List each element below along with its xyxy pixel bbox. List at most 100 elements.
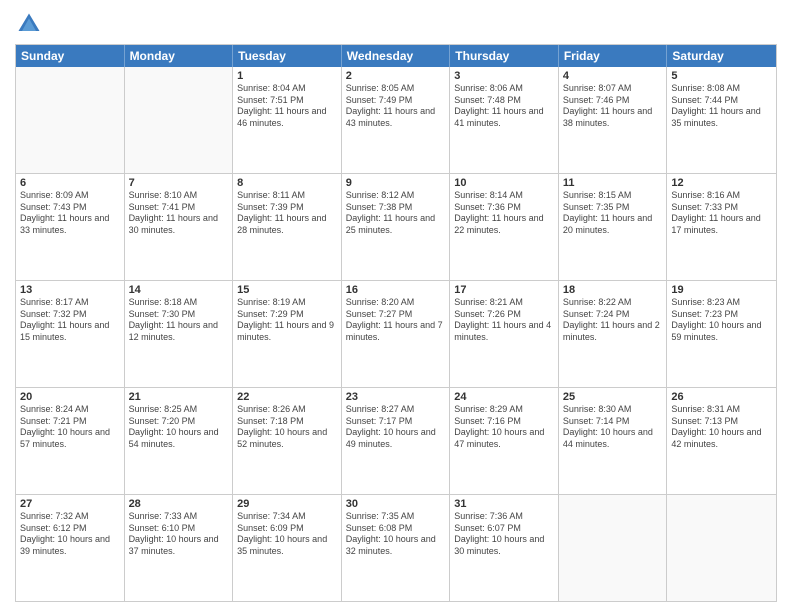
cal-cell: 4Sunrise: 8:07 AM Sunset: 7:46 PM Daylig… — [559, 67, 668, 173]
cell-info: Sunrise: 8:04 AM Sunset: 7:51 PM Dayligh… — [237, 83, 337, 130]
cal-cell: 23Sunrise: 8:27 AM Sunset: 7:17 PM Dayli… — [342, 388, 451, 494]
day-header-wednesday: Wednesday — [342, 45, 451, 67]
cell-info: Sunrise: 8:27 AM Sunset: 7:17 PM Dayligh… — [346, 404, 446, 451]
calendar: SundayMondayTuesdayWednesdayThursdayFrid… — [15, 44, 777, 602]
day-header-thursday: Thursday — [450, 45, 559, 67]
cal-cell: 17Sunrise: 8:21 AM Sunset: 7:26 PM Dayli… — [450, 281, 559, 387]
cal-cell: 8Sunrise: 8:11 AM Sunset: 7:39 PM Daylig… — [233, 174, 342, 280]
day-number: 14 — [129, 284, 229, 296]
cell-info: Sunrise: 8:18 AM Sunset: 7:30 PM Dayligh… — [129, 297, 229, 344]
day-header-saturday: Saturday — [667, 45, 776, 67]
cal-cell: 3Sunrise: 8:06 AM Sunset: 7:48 PM Daylig… — [450, 67, 559, 173]
cal-cell — [667, 495, 776, 601]
cell-info: Sunrise: 7:36 AM Sunset: 6:07 PM Dayligh… — [454, 511, 554, 558]
header — [15, 10, 777, 38]
cell-info: Sunrise: 8:07 AM Sunset: 7:46 PM Dayligh… — [563, 83, 663, 130]
day-number: 15 — [237, 284, 337, 296]
cal-cell: 11Sunrise: 8:15 AM Sunset: 7:35 PM Dayli… — [559, 174, 668, 280]
day-number: 17 — [454, 284, 554, 296]
cell-info: Sunrise: 8:31 AM Sunset: 7:13 PM Dayligh… — [671, 404, 772, 451]
page: SundayMondayTuesdayWednesdayThursdayFrid… — [0, 0, 792, 612]
cell-info: Sunrise: 8:08 AM Sunset: 7:44 PM Dayligh… — [671, 83, 772, 130]
cell-info: Sunrise: 8:19 AM Sunset: 7:29 PM Dayligh… — [237, 297, 337, 344]
cell-info: Sunrise: 8:06 AM Sunset: 7:48 PM Dayligh… — [454, 83, 554, 130]
cell-info: Sunrise: 8:25 AM Sunset: 7:20 PM Dayligh… — [129, 404, 229, 451]
cell-info: Sunrise: 8:15 AM Sunset: 7:35 PM Dayligh… — [563, 190, 663, 237]
cell-info: Sunrise: 7:32 AM Sunset: 6:12 PM Dayligh… — [20, 511, 120, 558]
day-number: 12 — [671, 177, 772, 189]
cal-cell — [125, 67, 234, 173]
day-number: 28 — [129, 498, 229, 510]
cal-cell: 22Sunrise: 8:26 AM Sunset: 7:18 PM Dayli… — [233, 388, 342, 494]
cell-info: Sunrise: 8:17 AM Sunset: 7:32 PM Dayligh… — [20, 297, 120, 344]
cal-cell: 16Sunrise: 8:20 AM Sunset: 7:27 PM Dayli… — [342, 281, 451, 387]
day-number: 6 — [20, 177, 120, 189]
cal-cell: 20Sunrise: 8:24 AM Sunset: 7:21 PM Dayli… — [16, 388, 125, 494]
day-number: 13 — [20, 284, 120, 296]
cal-cell: 15Sunrise: 8:19 AM Sunset: 7:29 PM Dayli… — [233, 281, 342, 387]
calendar-header: SundayMondayTuesdayWednesdayThursdayFrid… — [16, 45, 776, 67]
cell-info: Sunrise: 8:21 AM Sunset: 7:26 PM Dayligh… — [454, 297, 554, 344]
cal-cell: 18Sunrise: 8:22 AM Sunset: 7:24 PM Dayli… — [559, 281, 668, 387]
cal-cell: 14Sunrise: 8:18 AM Sunset: 7:30 PM Dayli… — [125, 281, 234, 387]
day-header-sunday: Sunday — [16, 45, 125, 67]
cell-info: Sunrise: 8:20 AM Sunset: 7:27 PM Dayligh… — [346, 297, 446, 344]
day-number: 23 — [346, 391, 446, 403]
day-number: 29 — [237, 498, 337, 510]
cell-info: Sunrise: 8:30 AM Sunset: 7:14 PM Dayligh… — [563, 404, 663, 451]
day-number: 30 — [346, 498, 446, 510]
cell-info: Sunrise: 8:29 AM Sunset: 7:16 PM Dayligh… — [454, 404, 554, 451]
day-number: 19 — [671, 284, 772, 296]
cal-cell: 12Sunrise: 8:16 AM Sunset: 7:33 PM Dayli… — [667, 174, 776, 280]
day-number: 9 — [346, 177, 446, 189]
cal-cell: 21Sunrise: 8:25 AM Sunset: 7:20 PM Dayli… — [125, 388, 234, 494]
day-number: 21 — [129, 391, 229, 403]
cell-info: Sunrise: 7:35 AM Sunset: 6:08 PM Dayligh… — [346, 511, 446, 558]
cell-info: Sunrise: 8:22 AM Sunset: 7:24 PM Dayligh… — [563, 297, 663, 344]
cal-cell: 24Sunrise: 8:29 AM Sunset: 7:16 PM Dayli… — [450, 388, 559, 494]
cal-week-5: 27Sunrise: 7:32 AM Sunset: 6:12 PM Dayli… — [16, 494, 776, 601]
cal-cell: 27Sunrise: 7:32 AM Sunset: 6:12 PM Dayli… — [16, 495, 125, 601]
day-number: 26 — [671, 391, 772, 403]
day-number: 2 — [346, 70, 446, 82]
cell-info: Sunrise: 8:23 AM Sunset: 7:23 PM Dayligh… — [671, 297, 772, 344]
cell-info: Sunrise: 8:12 AM Sunset: 7:38 PM Dayligh… — [346, 190, 446, 237]
day-number: 11 — [563, 177, 663, 189]
day-number: 8 — [237, 177, 337, 189]
cal-cell: 10Sunrise: 8:14 AM Sunset: 7:36 PM Dayli… — [450, 174, 559, 280]
day-number: 27 — [20, 498, 120, 510]
day-number: 20 — [20, 391, 120, 403]
day-number: 24 — [454, 391, 554, 403]
cal-week-4: 20Sunrise: 8:24 AM Sunset: 7:21 PM Dayli… — [16, 387, 776, 494]
day-number: 18 — [563, 284, 663, 296]
cal-cell: 25Sunrise: 8:30 AM Sunset: 7:14 PM Dayli… — [559, 388, 668, 494]
cal-cell: 1Sunrise: 8:04 AM Sunset: 7:51 PM Daylig… — [233, 67, 342, 173]
cal-cell: 19Sunrise: 8:23 AM Sunset: 7:23 PM Dayli… — [667, 281, 776, 387]
day-number: 3 — [454, 70, 554, 82]
day-number: 25 — [563, 391, 663, 403]
logo-icon — [15, 10, 43, 38]
cell-info: Sunrise: 8:26 AM Sunset: 7:18 PM Dayligh… — [237, 404, 337, 451]
calendar-body: 1Sunrise: 8:04 AM Sunset: 7:51 PM Daylig… — [16, 67, 776, 601]
day-number: 10 — [454, 177, 554, 189]
cell-info: Sunrise: 8:16 AM Sunset: 7:33 PM Dayligh… — [671, 190, 772, 237]
cal-cell: 13Sunrise: 8:17 AM Sunset: 7:32 PM Dayli… — [16, 281, 125, 387]
cal-cell — [559, 495, 668, 601]
day-header-friday: Friday — [559, 45, 668, 67]
cal-cell: 28Sunrise: 7:33 AM Sunset: 6:10 PM Dayli… — [125, 495, 234, 601]
day-number: 1 — [237, 70, 337, 82]
cal-cell: 30Sunrise: 7:35 AM Sunset: 6:08 PM Dayli… — [342, 495, 451, 601]
cal-cell: 31Sunrise: 7:36 AM Sunset: 6:07 PM Dayli… — [450, 495, 559, 601]
cal-cell: 5Sunrise: 8:08 AM Sunset: 7:44 PM Daylig… — [667, 67, 776, 173]
day-number: 16 — [346, 284, 446, 296]
cell-info: Sunrise: 8:09 AM Sunset: 7:43 PM Dayligh… — [20, 190, 120, 237]
cell-info: Sunrise: 8:11 AM Sunset: 7:39 PM Dayligh… — [237, 190, 337, 237]
cal-cell: 29Sunrise: 7:34 AM Sunset: 6:09 PM Dayli… — [233, 495, 342, 601]
cell-info: Sunrise: 8:10 AM Sunset: 7:41 PM Dayligh… — [129, 190, 229, 237]
cal-cell: 7Sunrise: 8:10 AM Sunset: 7:41 PM Daylig… — [125, 174, 234, 280]
cell-info: Sunrise: 7:33 AM Sunset: 6:10 PM Dayligh… — [129, 511, 229, 558]
cal-cell — [16, 67, 125, 173]
day-number: 31 — [454, 498, 554, 510]
day-number: 5 — [671, 70, 772, 82]
cal-cell: 6Sunrise: 8:09 AM Sunset: 7:43 PM Daylig… — [16, 174, 125, 280]
